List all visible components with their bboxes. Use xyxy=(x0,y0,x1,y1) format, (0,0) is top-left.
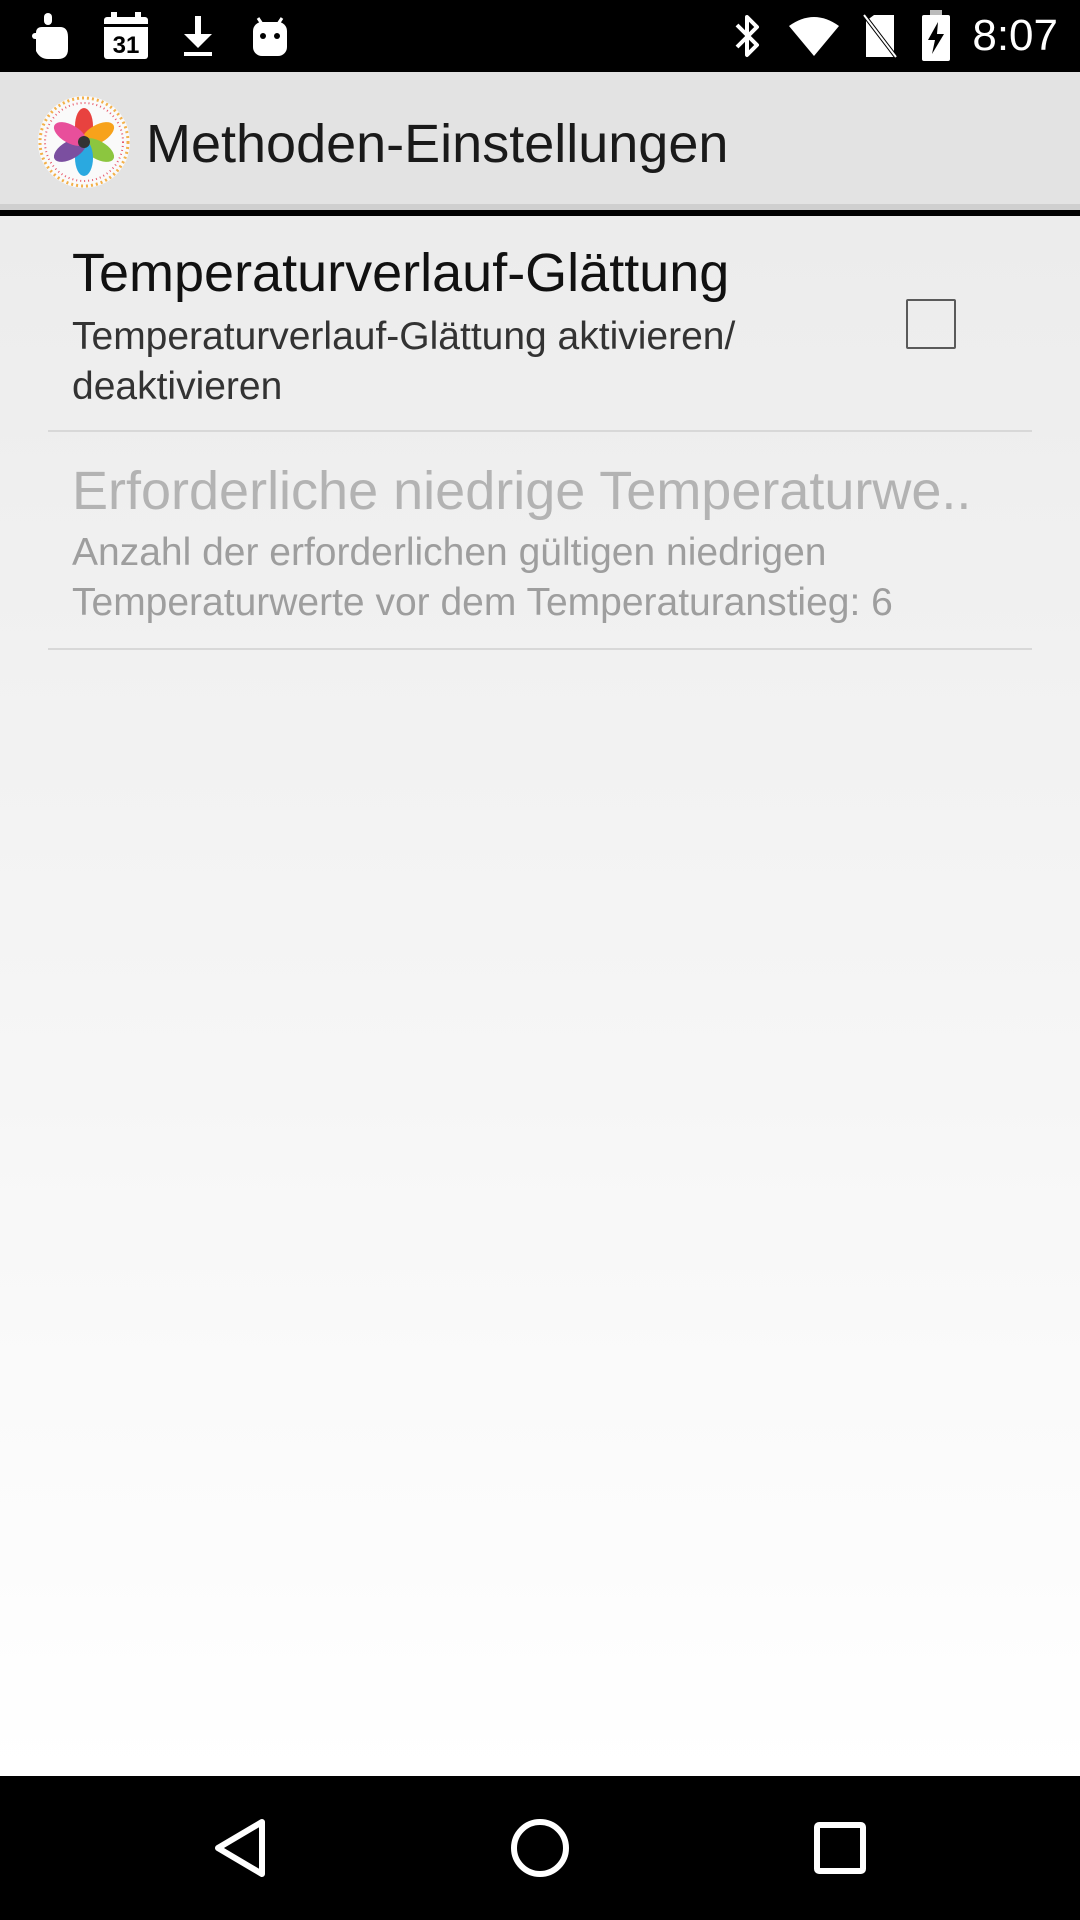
android-icon xyxy=(248,0,292,72)
calendar-icon: 31 xyxy=(100,0,152,72)
screen: 31 8:07 Methoden-Einstellungen Temperatu… xyxy=(0,0,1080,1920)
download-icon xyxy=(176,0,220,72)
status-time: 8:07 xyxy=(972,11,1058,60)
pref-summary: Anzahl der erforderlichen gültigen niedr… xyxy=(72,531,893,624)
page-title: Methoden-Einstellungen xyxy=(146,114,729,174)
pref-title: Temperaturverlauf-Glättung xyxy=(72,243,730,303)
pref-temperature-smoothing[interactable]: Temperaturverlauf-Glättung Temperaturver… xyxy=(48,216,1032,432)
app-logo-flower-icon xyxy=(36,94,132,190)
preferences-list: Temperaturverlauf-Glättung Temperaturver… xyxy=(0,216,1080,1776)
pref-summary: Temperaturverlauf-Glättung aktivieren/ d… xyxy=(72,315,736,408)
wifi-icon xyxy=(786,0,842,72)
pref-required-low-temperatures: Erforderliche niedrige Temperaturwe.. An… xyxy=(48,432,1032,650)
battery-charging-icon xyxy=(916,0,956,72)
calendar-day-text: 31 xyxy=(113,32,140,59)
status-bar: 31 8:07 xyxy=(0,0,1080,72)
app-bar: Methoden-Einstellungen xyxy=(0,72,1080,210)
navigation-bar xyxy=(0,1776,1080,1920)
recents-icon[interactable] xyxy=(750,1776,930,1920)
no-sim-icon xyxy=(860,0,900,72)
pref-title: Erforderliche niedrige Temperaturwe.. xyxy=(72,461,972,521)
home-icon[interactable] xyxy=(450,1776,630,1920)
bluetooth-icon xyxy=(728,0,768,72)
smoothing-checkbox[interactable] xyxy=(906,299,956,349)
back-icon[interactable] xyxy=(150,1776,330,1920)
hand-notification-icon xyxy=(28,0,76,72)
